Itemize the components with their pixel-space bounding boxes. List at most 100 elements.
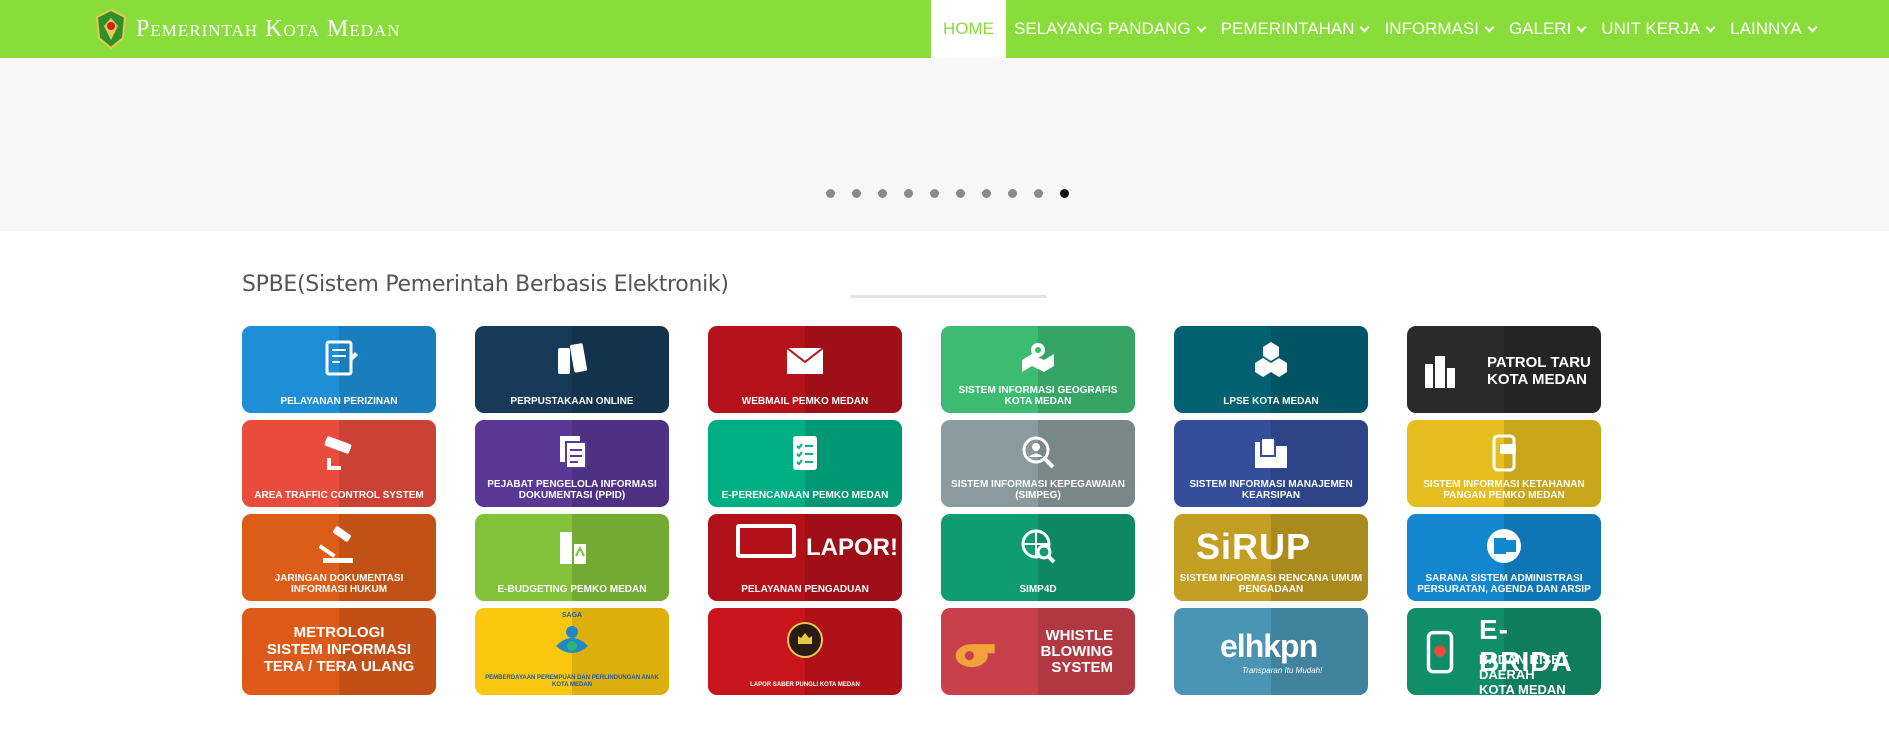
tile-label: SARANA SISTEM ADMINISTRASI PERSURATAN, A… [1417, 573, 1591, 595]
app-tile-area-traffic-control-system[interactable]: AREA TRAFFIC CONTROL SYSTEM [242, 420, 436, 507]
app-tile-pelayanan-pengaduan[interactable]: LAPOR! PELAYANAN PENGADUAN [708, 514, 902, 601]
whistle-icon [955, 644, 995, 668]
tile-brand-text: METROLOGI SISTEM INFORMASI TERA / TERA U… [263, 624, 415, 675]
seal-icon [787, 622, 823, 658]
phone-icon [1426, 630, 1454, 674]
city-logo-icon [95, 8, 127, 50]
chevron-down-icon [1705, 22, 1716, 32]
tile-label: WEBMAIL PEMKO MEDAN [741, 396, 869, 407]
brand[interactable]: Pemerintah Kota Medan [94, 6, 401, 52]
app-tile-e-perencanaan-pemko-medan[interactable]: E-PERENCANAAN PEMKO MEDAN [708, 420, 902, 507]
tile-label: SISTEM INFORMASI GEOGRAFIS KOTA MEDAN [958, 385, 1118, 407]
tile-label: SIMP4D [1019, 584, 1057, 595]
slider-dot[interactable] [982, 189, 991, 198]
slider-dot[interactable] [956, 189, 965, 198]
chevron-down-icon [1807, 22, 1818, 32]
hero-slider [0, 58, 1889, 231]
tile-label: PATROL TARU KOTA MEDAN [1487, 354, 1591, 388]
tile-label: AREA TRAFFIC CONTROL SYSTEM [254, 490, 424, 501]
app-tile-whistle-blowing-system[interactable]: WHISTLE BLOWING SYSTEM [941, 608, 1135, 695]
tile-brand-text: LAPOR! [806, 534, 898, 561]
nav-item-informasi[interactable]: INFORMASI [1376, 0, 1500, 58]
nav-item-label: GALERI [1508, 19, 1572, 38]
nav-item-label: UNIT KERJA [1601, 19, 1701, 38]
app-tile-elhkpn[interactable]: elhkpn Transparan Itu Mudah! [1174, 608, 1368, 695]
tile-label: PELAYANAN PERIZINAN [280, 396, 398, 407]
hexagons-icon [1255, 342, 1287, 377]
nav-item-galeri[interactable]: GALERI [1501, 0, 1593, 58]
nav-item-label: HOME [943, 19, 994, 38]
tile-brand-text: SiRUP [1196, 526, 1312, 567]
slider-dot[interactable] [904, 189, 913, 198]
app-tile-sistem-informasi-kepegawaian-simpeg[interactable]: SISTEM INFORMASI KEPEGAWAIAN (SIMPEG) [941, 420, 1135, 507]
app-tile-simp4d[interactable]: SIMP4D [941, 514, 1135, 601]
app-tile-metrologi-sistem-informasi-tera-tera-ula[interactable]: METROLOGI SISTEM INFORMASI TERA / TERA U… [242, 608, 436, 695]
gavel-icon [319, 526, 353, 563]
tile-label: LPSE KOTA MEDAN [1223, 396, 1319, 407]
folder-icon [1255, 437, 1287, 468]
slider-dot[interactable] [1008, 189, 1017, 198]
nav-item-label: INFORMASI [1384, 19, 1479, 38]
tile-label: SISTEM INFORMASI KETAHANAN PANGAN PEMKO … [1423, 479, 1585, 501]
nav-item-label: PEMERINTAHAN [1220, 19, 1355, 38]
app-tile-pemberdayaan-perempuan-dan-perlindungan-[interactable]: SAGA PEMBERDAYAAN PEREMPUAN DAN PERLINDUN… [475, 608, 669, 695]
app-tile-sistem-informasi-rencana-umum-pengadaan[interactable]: SiRUP SISTEM INFORMASI RENCANA UMUM PENGA… [1174, 514, 1368, 601]
person-search-icon [1022, 436, 1055, 469]
nav-item-pemerintahan[interactable]: PEMERINTAHAN [1213, 0, 1377, 58]
slider-dot[interactable] [852, 189, 861, 198]
books-icon [558, 343, 588, 374]
app-tile-jaringan-dokumentasi-informasi-hukum[interactable]: JARINGAN DOKUMENTASI INFORMASI HUKUM [242, 514, 436, 601]
app-tile-e-brida[interactable]: E-BRIDA BADAN RISET DAERAH KOTA MEDAN [1407, 608, 1601, 695]
nav-item-home[interactable]: HOME [931, 0, 1006, 58]
main-nav: HOME SELAYANG PANDANG PEMERINTAHAN INFORMAS… [931, 0, 1824, 58]
nav-item-label: SELAYANG PANDANG [1014, 19, 1191, 38]
app-tile-sistem-informasi-ketahanan-pangan-pemko-[interactable]: SISTEM INFORMASI KETAHANAN PANGAN PEMKO … [1407, 420, 1601, 507]
tile-brand-text: WHISTLE BLOWING SYSTEM [1040, 627, 1114, 676]
app-tile-sarana-sistem-administrasi-persuratan-ag[interactable]: SARANA SISTEM ADMINISTRASI PERSURATAN, A… [1407, 514, 1601, 601]
nav-item-selayang-pandang[interactable]: SELAYANG PANDANG [1006, 0, 1213, 58]
app-tile-webmail-pemko-medan[interactable]: WEBMAIL PEMKO MEDAN [708, 326, 902, 413]
tile-label: JARINGAN DOKUMENTASI INFORMASI HUKUM [274, 573, 404, 595]
document-sign-icon [325, 340, 358, 376]
tile-subtitle: Transparan Itu Mudah! [1242, 666, 1323, 675]
nav-item-unit-kerja[interactable]: UNIT KERJA [1593, 0, 1722, 58]
slider-dot[interactable] [930, 189, 939, 198]
mail-icon [786, 347, 824, 374]
building-icon [560, 532, 586, 564]
slider-dot[interactable] [1060, 189, 1069, 198]
app-tile-lpse-kota-medan[interactable]: LPSE KOTA MEDAN [1174, 326, 1368, 413]
slider-dot[interactable] [878, 189, 887, 198]
app-tile-sistem-informasi-manajemen-kearsipan[interactable]: SISTEM INFORMASI MANAJEMEN KEARSIPAN [1174, 420, 1368, 507]
app-tile-pelayanan-perizinan[interactable]: PELAYANAN PERIZINAN [242, 326, 436, 413]
tile-top-label: SAGA [561, 612, 583, 619]
tile-subtitle: BADAN RISET DAERAH KOTA MEDAN [1479, 652, 1568, 695]
map-pin-icon [1022, 343, 1054, 372]
globe-search-icon [1021, 529, 1056, 564]
tile-label: PELAYANAN PENGADUAN [741, 584, 869, 595]
family-icon [556, 626, 588, 653]
slider-dot[interactable] [1034, 189, 1043, 198]
tile-label: E-PERENCANAAN PEMKO MEDAN [721, 490, 889, 501]
documents-icon [560, 436, 587, 469]
app-tile-sistem-informasi-geografis-kota-medan[interactable]: SISTEM INFORMASI GEOGRAFIS KOTA MEDAN [941, 326, 1135, 413]
slider-dots [826, 189, 1069, 198]
tile-label: LAPOR SABER PUNGLI KOTA MEDAN [750, 682, 860, 688]
app-tile-lapor-saber-pungli-kota-medan[interactable]: LAPOR SABER PUNGLI KOTA MEDAN [708, 608, 902, 695]
app-tile-perpustakaan-online[interactable]: PERPUSTAKAAN ONLINE [475, 326, 669, 413]
tile-label: PEJABAT PENGELOLA INFORMASI DOKUMENTASI … [487, 479, 657, 501]
section-title: SPBE(Sistem Pemerintah Berbasis Elektron… [242, 272, 729, 297]
chevron-down-icon [1576, 22, 1587, 32]
chevron-down-icon [1484, 22, 1495, 32]
slider-dot[interactable] [826, 189, 835, 198]
app-tile-e-budgeting-pemko-medan[interactable]: E-BUDGETING PEMKO MEDAN [475, 514, 669, 601]
tile-label: PEMBERDAYAAN PEREMPUAN DAN PERLINDUNGAN … [485, 675, 659, 688]
tile-label: SISTEM INFORMASI KEPEGAWAIAN (SIMPEG) [951, 479, 1125, 501]
buildings-icon [1425, 356, 1455, 388]
app-tile-patrol-taru-kota-medan[interactable]: PATROL TARU KOTA MEDAN [1407, 326, 1601, 413]
cctv-icon [324, 436, 352, 470]
checklist-icon [793, 436, 817, 470]
top-navbar: Pemerintah Kota Medan HOME SELAYANG PANDA… [0, 0, 1889, 58]
app-tile-pejabat-pengelola-informasi-dokumentasi-[interactable]: PEJABAT PENGELOLA INFORMASI DOKUMENTASI … [475, 420, 669, 507]
chevron-down-icon [1360, 22, 1370, 32]
nav-item-lainnya[interactable]: LAINNYA [1722, 0, 1824, 58]
